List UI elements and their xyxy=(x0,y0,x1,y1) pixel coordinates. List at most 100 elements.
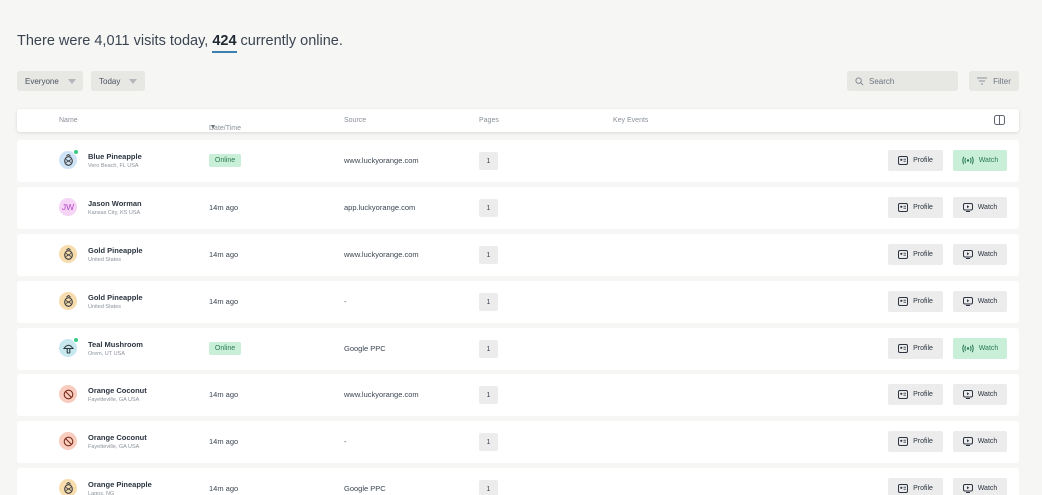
pineapple-icon xyxy=(63,295,74,307)
visitor-location: Fayetteville, GA USA xyxy=(88,397,140,403)
column-pages[interactable]: Pages xyxy=(479,117,499,124)
summary-suffix: currently online. xyxy=(236,33,343,49)
profile-button[interactable]: Profile xyxy=(888,197,943,218)
profile-button[interactable]: Profile xyxy=(888,244,943,265)
visitor-row[interactable]: Gold Pineapple United States 14m ago www.lu… xyxy=(17,234,1019,276)
watch-button[interactable]: Watch xyxy=(953,197,1007,218)
profile-button[interactable]: Profile xyxy=(888,150,943,171)
profile-button[interactable]: Profile xyxy=(888,478,943,495)
profile-label: Profile xyxy=(913,391,933,398)
profile-button[interactable]: Profile xyxy=(888,431,943,452)
avatar[interactable] xyxy=(59,385,77,403)
visit-source: - xyxy=(344,297,347,306)
segment-dropdown[interactable]: Everyone xyxy=(17,71,83,91)
watch-button[interactable]: Watch xyxy=(953,384,1007,405)
visitor-row[interactable]: Orange Coconut Fayetteville, GA USA 14m ag… xyxy=(17,374,1019,416)
filter-button[interactable]: Filter xyxy=(969,71,1019,91)
profile-icon xyxy=(898,390,909,399)
profile-label: Profile xyxy=(913,345,933,352)
summary-prefix: There were 4,011 visits today, xyxy=(17,33,213,49)
visitor-location: Kansas City, KS USA xyxy=(88,210,141,216)
watch-label: Watch xyxy=(977,438,998,445)
visit-time: 14m ago xyxy=(209,297,239,306)
watch-label: Watch xyxy=(978,157,999,164)
search-icon xyxy=(855,76,864,85)
visitor-row[interactable]: Orange Pineapple Lagos, NG 14m ago Google P… xyxy=(17,468,1019,495)
avatar[interactable] xyxy=(59,432,77,450)
visitor-name[interactable]: Teal Mushroom xyxy=(88,340,143,349)
profile-button[interactable]: Profile xyxy=(888,338,943,359)
avatar[interactable] xyxy=(59,337,79,357)
visitor-row[interactable]: Gold Pineapple United States 14m ago - 1 Prof… xyxy=(17,281,1019,323)
play-icon xyxy=(962,437,973,446)
watch-button[interactable]: Watch xyxy=(953,150,1007,171)
table-header: Name Date/Time Source Pages Key Events xyxy=(17,109,1019,132)
profile-icon xyxy=(898,203,909,212)
avatar[interactable] xyxy=(59,245,77,263)
avatar[interactable] xyxy=(59,149,79,169)
profile-label: Profile xyxy=(913,438,933,445)
profile-label: Profile xyxy=(913,204,933,211)
avatar[interactable] xyxy=(59,479,77,495)
profile-button[interactable]: Profile xyxy=(888,384,943,405)
profile-icon xyxy=(898,484,909,493)
watch-button[interactable]: Watch xyxy=(953,431,1007,452)
visitor-row[interactable]: Orange Coconut Fayetteville, GA USA 14m ag… xyxy=(17,421,1019,463)
visit-source: - xyxy=(344,437,347,446)
pages-count: 1 xyxy=(479,199,498,217)
pages-count: 1 xyxy=(479,433,498,451)
watch-label: Watch xyxy=(977,204,998,211)
visit-source: www.luckyorange.com xyxy=(344,390,419,399)
visitor-location: Orem, UT USA xyxy=(88,351,125,357)
visitor-row[interactable]: Blue Pineapple Vero Beach, FL USA Online ww… xyxy=(17,140,1019,182)
online-count[interactable]: 424 xyxy=(212,33,237,53)
pages-count: 1 xyxy=(479,480,498,495)
watch-label: Watch xyxy=(978,345,999,352)
coconut-icon xyxy=(63,389,74,400)
columns-icon[interactable] xyxy=(994,115,1005,125)
date-range-dropdown[interactable]: Today xyxy=(91,71,145,91)
watch-label: Watch xyxy=(977,251,998,258)
visitor-name[interactable]: Gold Pineapple xyxy=(88,293,143,302)
visitor-name[interactable]: Orange Coconut xyxy=(88,386,147,395)
watch-button[interactable]: Watch xyxy=(953,338,1007,359)
visitor-location: United States xyxy=(88,257,122,263)
profile-label: Profile xyxy=(913,157,933,164)
play-icon xyxy=(962,203,973,212)
visitor-name[interactable]: Orange Pineapple xyxy=(88,480,152,489)
profile-icon xyxy=(898,344,909,353)
visitor-location: Lagos, NG xyxy=(88,491,115,495)
pages-count: 1 xyxy=(479,340,498,358)
visit-source: Google PPC xyxy=(344,344,386,353)
column-source[interactable]: Source xyxy=(344,117,366,124)
online-badge: Online xyxy=(209,154,241,167)
visitor-row[interactable]: JW Jason Worman Kansas City, KS USA 14m ago… xyxy=(17,187,1019,229)
column-key-events[interactable]: Key Events xyxy=(613,117,648,124)
watch-button[interactable]: Watch xyxy=(953,291,1007,312)
visitor-name[interactable]: Gold Pineapple xyxy=(88,246,143,255)
play-icon xyxy=(962,390,973,399)
avatar[interactable]: JW xyxy=(59,198,77,216)
profile-icon xyxy=(898,156,909,165)
column-name[interactable]: Name xyxy=(59,117,78,124)
profile-icon xyxy=(898,297,909,306)
pages-count: 1 xyxy=(479,293,498,311)
visitor-name[interactable]: Jason Worman xyxy=(88,199,142,208)
watch-button[interactable]: Watch xyxy=(953,244,1007,265)
watch-button[interactable]: Watch xyxy=(953,478,1007,495)
profile-button[interactable]: Profile xyxy=(888,291,943,312)
visitor-name[interactable]: Orange Coconut xyxy=(88,433,147,442)
pages-count: 1 xyxy=(479,386,498,404)
visitor-row[interactable]: Teal Mushroom Orem, UT USA Online Google PP… xyxy=(17,328,1019,370)
mushroom-icon xyxy=(62,343,74,354)
visit-time: 14m ago xyxy=(209,250,239,259)
visitor-name[interactable]: Blue Pineapple xyxy=(88,152,142,161)
search-placeholder: Search xyxy=(869,76,895,86)
segment-label: Everyone xyxy=(25,76,59,86)
visitor-location: United States xyxy=(88,304,122,310)
avatar[interactable] xyxy=(59,292,77,310)
visit-source: app.luckyorange.com xyxy=(344,203,416,212)
online-dot xyxy=(73,149,79,155)
profile-icon xyxy=(898,250,909,259)
search-input[interactable]: Search xyxy=(847,71,958,91)
